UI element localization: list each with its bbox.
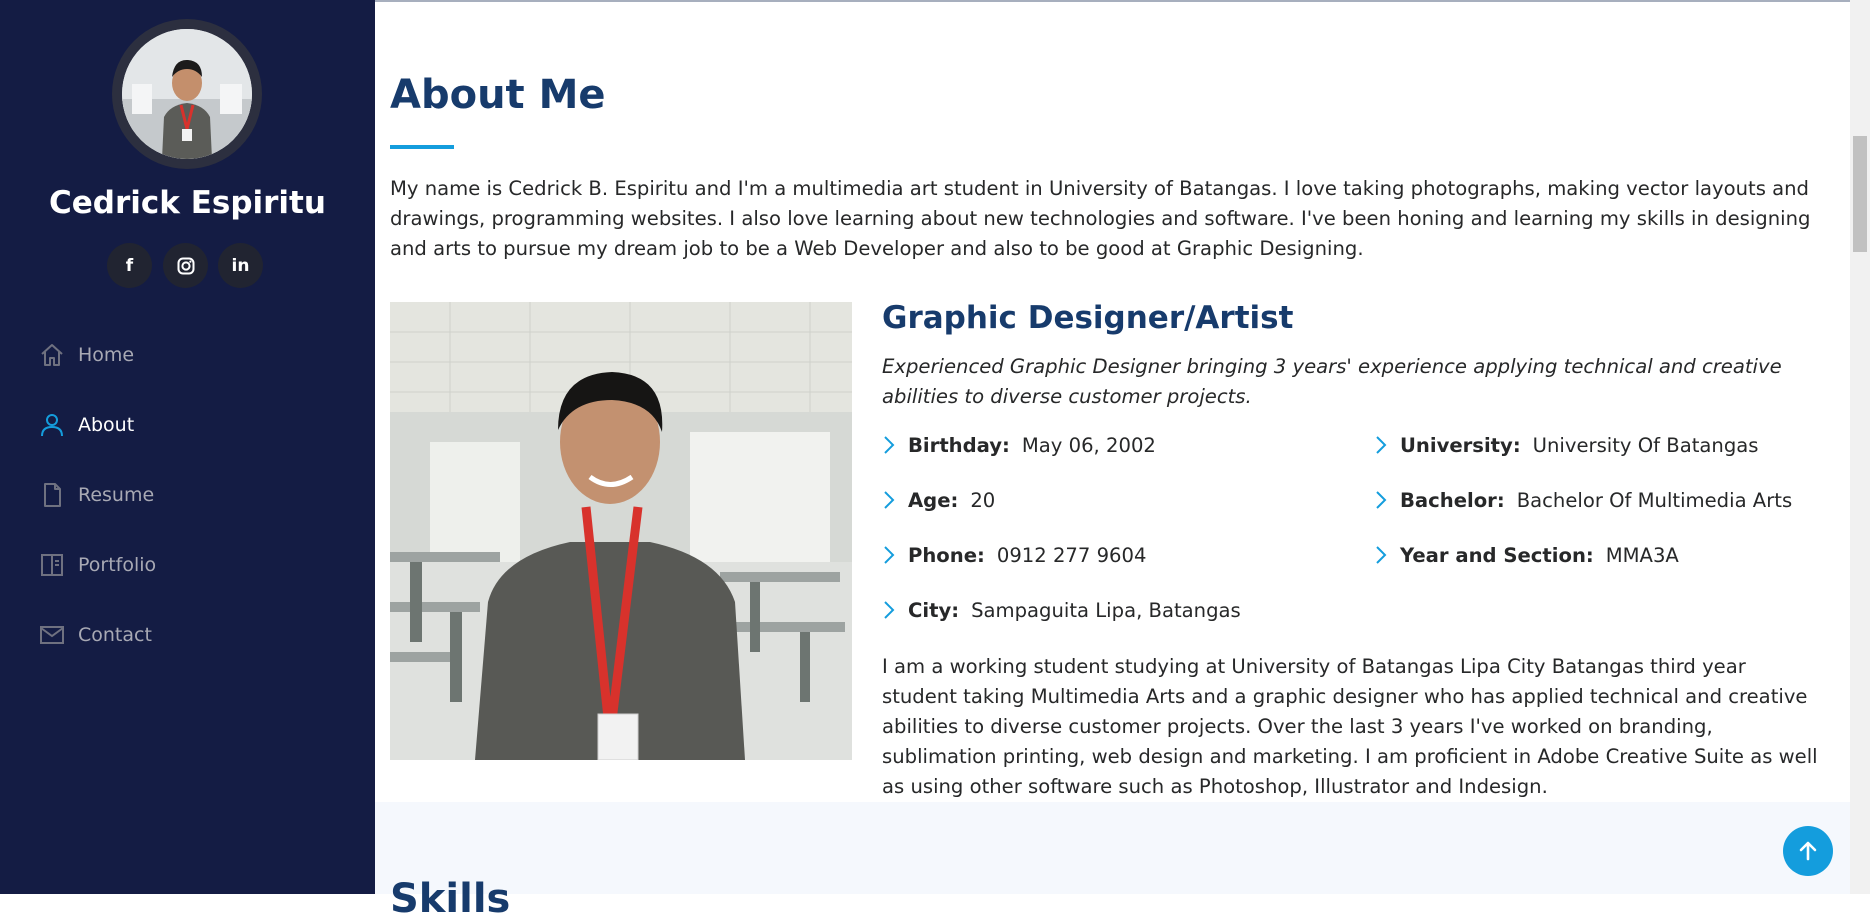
info-year-section: Year and Section: MMA3A [1374,540,1679,570]
skills-title: Skills [390,876,511,922]
info-value: Sampaguita Lipa, Batangas [971,598,1241,622]
avatar-image [122,29,252,159]
linkedin-link[interactable]: in [218,243,263,288]
chevron-right-icon [1374,485,1400,515]
avatar [122,29,252,159]
top-divider [375,0,1850,2]
sidebar: Cedrick Espiritu f in Home About Resume … [0,0,375,894]
scrollbar-thumb[interactable] [1853,136,1867,252]
nav-item-label: Portfolio [78,554,157,576]
profile-photo [390,302,852,760]
info-birthday: Birthday: May 06, 2002 [882,430,1156,460]
info-value: Bachelor Of Multimedia Arts [1516,488,1793,512]
nav-item-portfolio[interactable]: Portfolio [38,545,156,585]
person-icon [38,411,66,439]
info-age: Age: 20 [882,485,995,515]
back-to-top-button[interactable] [1783,826,1833,876]
envelope-icon [38,621,66,649]
facebook-icon: f [125,255,134,276]
info-label: Age: [908,488,959,512]
avatar-frame [112,19,262,169]
intro-text: My name is Cedrick B. Espiritu and I'm a… [390,177,1811,260]
info-label: City: [908,598,960,622]
nav-item-contact[interactable]: Contact [38,615,152,655]
info-value: 0912 277 9604 [996,543,1147,567]
instagram-icon [177,257,194,274]
main-content: About Me My name is Cedrick B. Espiritu … [375,0,1850,922]
arrow-up-icon [1799,841,1817,861]
chevron-right-icon [882,540,908,570]
bio-text: I am a working student studying at Unive… [882,655,1818,798]
home-icon [38,341,66,369]
role-title: Graphic Designer/Artist [882,300,1294,336]
info-label: Bachelor: [1400,488,1505,512]
nav-item-label: Resume [78,484,155,506]
info-city: City: Sampaguita Lipa, Batangas [882,595,1241,625]
info-value: MMA3A [1605,543,1679,567]
nav-item-about[interactable]: About [38,405,134,445]
linkedin-icon: in [231,255,250,276]
page-scrollbar[interactable] [1850,0,1870,894]
chevron-right-icon [882,595,908,625]
role-description: Experienced Graphic Designer bringing 3 … [882,355,1782,408]
book-icon [38,551,66,579]
profile-name: Cedrick Espiritu [49,185,326,221]
facebook-link[interactable]: f [107,243,152,288]
info-phone: Phone: 0912 277 9604 [882,540,1146,570]
skills-section [375,802,1850,894]
file-icon [38,481,66,509]
nav-item-resume[interactable]: Resume [38,475,154,515]
nav-item-label: Contact [78,624,152,646]
info-label: Birthday: [908,433,1010,457]
info-university: University: University Of Batangas [1374,430,1758,460]
info-bachelor: Bachelor: Bachelor Of Multimedia Arts [1374,485,1792,515]
nav-item-home[interactable]: Home [38,335,134,375]
chevron-right-icon [882,485,908,515]
nav-item-label: About [78,414,135,436]
section-title: About Me [390,72,606,118]
chevron-right-icon [882,430,908,460]
info-value: University Of Batangas [1532,433,1759,457]
info-label: Year and Section: [1400,543,1594,567]
chevron-right-icon [1374,540,1400,570]
info-label: Phone: [908,543,985,567]
info-label: University: [1400,433,1521,457]
info-value: May 06, 2002 [1021,433,1156,457]
title-underline [390,145,454,149]
instagram-link[interactable] [163,243,208,288]
chevron-right-icon [1374,430,1400,460]
nav-item-label: Home [78,344,135,366]
info-value: 20 [970,488,996,512]
